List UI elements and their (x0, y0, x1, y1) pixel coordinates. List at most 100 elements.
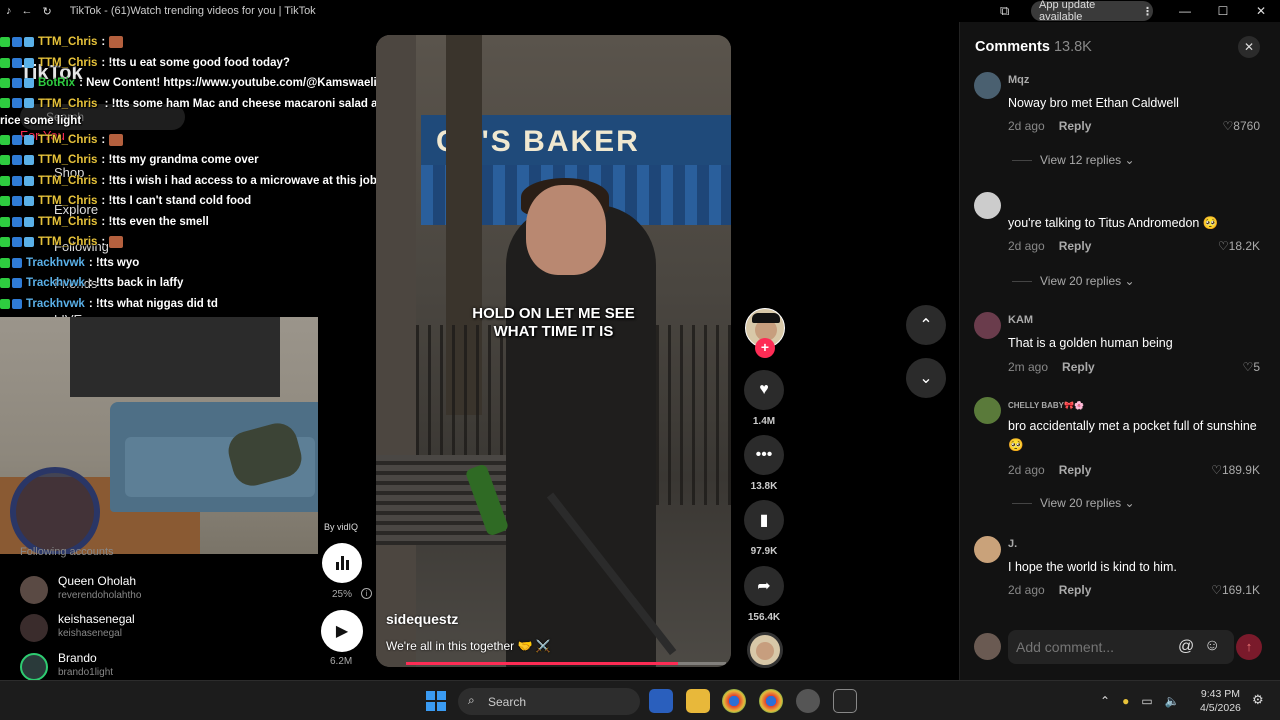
chrome-profile-icon[interactable] (759, 689, 783, 713)
windows-start-icon[interactable] (426, 691, 446, 711)
app-update-button[interactable]: App update available ⋮ (1031, 0, 1153, 23)
video-author[interactable]: sidequestz (386, 611, 458, 627)
like-action[interactable]: ♥ 1.4M (744, 370, 784, 427)
close-comments-button[interactable]: ✕ (1238, 36, 1260, 58)
badge-icon (0, 175, 10, 186)
taskbar-search-label: Search (488, 694, 527, 709)
bookmark-icon[interactable]: ▮ (744, 500, 784, 540)
badge-icon (12, 78, 22, 89)
share-icon[interactable]: ➦ (744, 566, 784, 606)
badge-icon (12, 175, 22, 186)
following-account[interactable]: keishasenegal keishasenegal (20, 612, 300, 650)
post-comment-button[interactable]: ↑ (1236, 634, 1262, 660)
microphone-icon[interactable]: ● (1122, 694, 1129, 708)
file-explorer-icon[interactable] (686, 689, 710, 713)
chat-text: : !tts back in laffy (88, 277, 184, 289)
reply-button[interactable]: Reply (1059, 583, 1092, 597)
reply-button[interactable]: Reply (1059, 463, 1092, 477)
reply-button[interactable]: Reply (1062, 360, 1095, 374)
info-icon[interactable]: i (361, 588, 372, 599)
avatar (974, 633, 1001, 660)
refresh-icon[interactable]: ↻ (43, 5, 52, 18)
chat-message: TTM_Chris : (0, 232, 400, 253)
share-action[interactable]: ➦ 156.4K (744, 566, 784, 623)
comment-icon[interactable]: ••• (744, 435, 784, 475)
avatar[interactable] (974, 72, 1001, 99)
clock[interactable]: 9:43 PM 4/5/2026 (1200, 687, 1241, 715)
badge-icon (24, 155, 34, 166)
clock-date: 4/5/2026 (1200, 702, 1241, 714)
chat-message: TTM_Chris : (0, 130, 400, 151)
comment-age: 2m ago (1008, 360, 1049, 374)
close-window-button[interactable]: ✕ (1242, 0, 1280, 22)
view-replies-button[interactable]: View 20 replies ⌄ (1012, 274, 1135, 288)
notification-icon[interactable]: ⚙ (1252, 692, 1264, 708)
comment-like[interactable]: ♡8760 (1223, 119, 1260, 133)
comment-like[interactable]: ♡18.2K (1218, 239, 1260, 253)
saves-count: 97.9K (750, 546, 778, 557)
view-replies-label: View 20 replies (1040, 496, 1122, 510)
view-replies-label: View 20 replies (1040, 274, 1122, 288)
comment-like[interactable]: ♡169.1K (1211, 583, 1260, 597)
stream-chat-overlay: TTM_Chris : TTM_Chris : !tts u eat some … (0, 32, 400, 335)
chrome-icon[interactable] (722, 689, 746, 713)
obs-icon[interactable] (796, 689, 820, 713)
volume-icon[interactable]: 🔈 (1165, 694, 1180, 708)
comment-username[interactable]: KAM (1008, 314, 1033, 326)
comment-like[interactable]: ♡5 (1243, 360, 1260, 374)
previous-video-button[interactable]: ⌃ (906, 305, 946, 345)
minimize-button[interactable]: — (1166, 0, 1204, 22)
chevron-up-icon[interactable]: ⌃ (1100, 694, 1110, 708)
reply-button[interactable]: Reply (1059, 239, 1092, 253)
account-handle: brando1light (58, 667, 114, 678)
comment-action[interactable]: ••• 13.8K (744, 435, 784, 492)
vidiq-label: By vidIQ (324, 522, 359, 532)
heart-icon[interactable]: ♥ (744, 370, 784, 410)
add-comment-bar: @ ☺ ↑ (974, 630, 1274, 664)
heart-outline-icon: ♡ (1242, 360, 1254, 374)
avatar[interactable] (974, 192, 1001, 219)
emoji-icon[interactable]: ☺ (1204, 637, 1220, 655)
comment-username[interactable]: J. (1008, 538, 1017, 550)
comment-age: 2d ago (1008, 119, 1045, 133)
follow-plus-button[interactable]: + (755, 338, 775, 358)
chat-badges (0, 134, 34, 145)
save-action[interactable]: ▮ 97.9K (744, 500, 784, 557)
next-video-button[interactable]: ⌄ (906, 358, 946, 398)
add-comment-input[interactable] (1008, 630, 1234, 664)
avatar[interactable] (974, 397, 1001, 424)
view-replies-button[interactable]: View 12 replies ⌄ (1012, 153, 1135, 167)
store-icon[interactable] (649, 689, 673, 713)
comment-like[interactable]: ♡189.9K (1211, 463, 1260, 477)
video-progress-bar[interactable] (406, 662, 726, 665)
comments-panel: Comments 13.8K ✕ Mqz Noway bro met Ethan … (959, 22, 1280, 680)
badge-icon (12, 98, 22, 109)
network-icon[interactable]: ▭ (1141, 694, 1152, 708)
play-views-button[interactable]: ▶ (321, 610, 363, 652)
view-replies-button[interactable]: View 20 replies ⌄ (1012, 496, 1135, 510)
video-player[interactable]: CY'S BAKER HOLD ON LET ME SEE WHAT TIME … (376, 35, 731, 667)
taskbar-search[interactable]: ⌕ Search (458, 688, 640, 715)
badge-icon (12, 216, 22, 227)
comment-username[interactable]: CHELLY BABY🎀🌸 (1008, 401, 1084, 410)
avatar[interactable] (974, 536, 1001, 563)
badge-icon (0, 57, 10, 68)
music-disc-avatar[interactable] (747, 632, 783, 668)
avatar[interactable] (974, 312, 1001, 339)
following-account[interactable]: Queen Oholah reverendoholahtho (20, 574, 300, 612)
reply-button[interactable]: Reply (1059, 119, 1092, 133)
extensions-icon[interactable]: ⧉ (1000, 3, 1009, 19)
back-icon[interactable]: ← (22, 5, 33, 17)
badge-icon (0, 216, 10, 227)
vidiq-stats-button[interactable] (322, 543, 362, 583)
chat-text: : !tts I can't stand cold food (101, 195, 252, 207)
play-icon: ▶ (335, 623, 349, 640)
account-name: Queen Oholah (58, 574, 137, 588)
mention-icon[interactable]: @ (1178, 638, 1194, 656)
badge-icon (12, 298, 22, 309)
comment-username[interactable]: Mqz (1008, 74, 1029, 86)
more-options-icon[interactable]: ⋮ (1142, 5, 1153, 18)
tiktok-app-icon[interactable] (833, 689, 857, 713)
maximize-button[interactable]: ☐ (1204, 0, 1242, 22)
badge-icon (12, 37, 22, 48)
